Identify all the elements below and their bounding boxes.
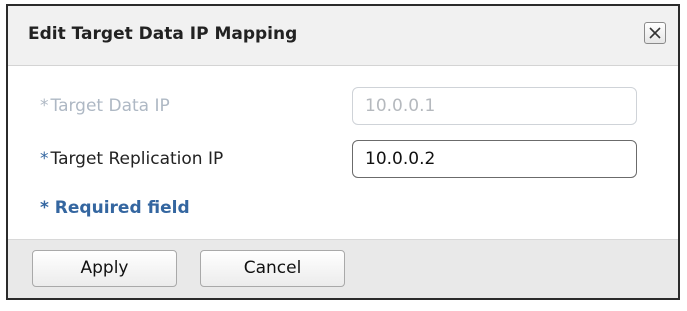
target-replication-ip-row: * Target Replication IP	[8, 139, 678, 179]
dialog-titlebar: Edit Target Data IP Mapping	[8, 6, 678, 66]
dialog-footer: Apply Cancel	[8, 239, 678, 298]
target-data-ip-label: * Target Data IP	[40, 96, 170, 116]
required-marker: *	[40, 149, 49, 169]
target-data-ip-label-text: Target Data IP	[50, 96, 170, 116]
required-field-note: * Required field	[40, 198, 190, 218]
close-icon	[649, 27, 661, 39]
dialog-title: Edit Target Data IP Mapping	[28, 24, 298, 44]
edit-target-data-ip-mapping-dialog: Edit Target Data IP Mapping * Target Data…	[6, 4, 680, 300]
target-replication-ip-label: * Target Replication IP	[40, 149, 223, 169]
apply-button[interactable]: Apply	[32, 250, 177, 287]
target-replication-ip-label-text: Target Replication IP	[50, 149, 224, 169]
required-marker: *	[40, 96, 49, 116]
target-replication-ip-input[interactable]	[352, 140, 637, 178]
cancel-button[interactable]: Cancel	[200, 250, 345, 287]
target-data-ip-input	[352, 87, 637, 125]
close-button[interactable]	[644, 22, 666, 44]
target-data-ip-row: * Target Data IP	[8, 86, 678, 126]
